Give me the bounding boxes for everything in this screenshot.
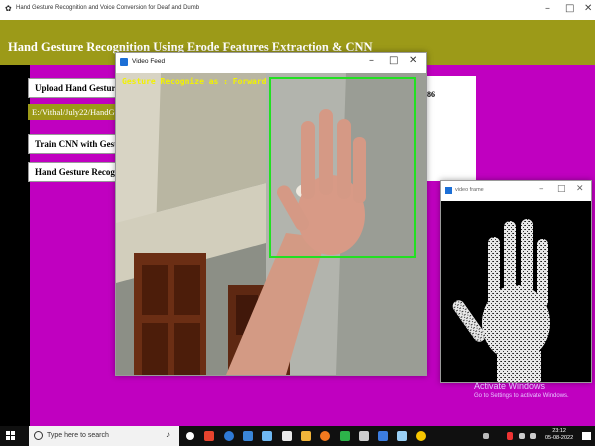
store-icon[interactable] (282, 431, 292, 441)
clock-date: 05-08-2022 (545, 435, 574, 441)
watermark-line-2: Go to Settings to activate Windows. (474, 393, 569, 399)
eroded-hand-image (441, 201, 591, 382)
app-icon-7[interactable] (397, 431, 407, 441)
video-frame-close-button[interactable]: ✕ (576, 184, 584, 194)
app-icon-6[interactable] (378, 431, 388, 441)
app-icon-3[interactable] (301, 431, 311, 441)
activation-watermark: Activate Windows Go to Settings to activ… (474, 381, 569, 399)
opera-icon[interactable] (204, 431, 214, 441)
video-frame-maximize-button[interactable]: □ (557, 184, 566, 194)
firefox-icon[interactable] (320, 431, 330, 441)
notification-icon[interactable] (582, 432, 591, 440)
side-strip (0, 65, 30, 426)
edge-icon[interactable] (224, 431, 234, 441)
app-icon-5[interactable] (359, 431, 369, 441)
app-feather-icon: ✿ (5, 4, 12, 13)
search-placeholder: Type here to search (47, 432, 109, 439)
video-frame-titlebar[interactable]: video frame – □ ✕ (441, 181, 591, 201)
python-icon[interactable] (416, 431, 426, 441)
dataset-path-label: E:/Vithal/July22/HandGesture/Dataset (28, 104, 120, 120)
app-icon-2[interactable] (262, 431, 272, 441)
train-cnn-button[interactable]: Train CNN with Gesture Images (28, 134, 126, 154)
video-feed-minimize-button[interactable]: – (369, 55, 374, 66)
watermark-line-1: Activate Windows (474, 381, 546, 391)
taskbar-search-box[interactable]: Type here to search ♪ (29, 426, 179, 446)
taskbar-clock[interactable]: 23:12 05-08-2022 (545, 428, 573, 442)
task-view-icon[interactable] (186, 432, 194, 440)
video-frame-window-icon (445, 187, 452, 194)
video-feed-titlebar[interactable]: Video Feed – □ ✕ (116, 53, 426, 73)
volume-icon[interactable] (530, 433, 536, 439)
app-titlebar: ✿ Hand Gesture Recognition and Voice Con… (0, 0, 595, 20)
app-minimize-button[interactable]: – (545, 3, 550, 14)
app-icon-4[interactable] (340, 431, 350, 441)
webcam-recognition-button[interactable]: Hand Gesture Recognition from Webcam (28, 162, 126, 182)
app-close-button[interactable]: ✕ (584, 3, 592, 14)
video-feed-window[interactable]: Video Feed – □ ✕ Gesture Recognize as: … (115, 52, 427, 376)
video-feed-close-button[interactable]: ✕ (409, 55, 417, 66)
video-feed-window-icon (120, 58, 128, 66)
video-frame-window[interactable]: video frame – □ ✕ (440, 180, 592, 383)
app-maximize-button[interactable]: □ (565, 3, 574, 14)
eroded-hand-scene (441, 201, 591, 382)
cortana-icon (34, 431, 43, 440)
microphone-icon[interactable]: ♪ (166, 430, 170, 439)
video-frame-minimize-button[interactable]: – (539, 184, 544, 194)
gesture-detection-box (269, 77, 416, 258)
taskbar: Type here to search ♪ 23:12 05-08-2022 (0, 426, 595, 446)
gesture-overlay-text: Gesture Recognize as : Forward (122, 77, 267, 86)
people-icon[interactable] (483, 433, 489, 439)
video-frame-title: video frame (455, 187, 484, 193)
start-button[interactable] (6, 431, 16, 441)
clock-time: 23:12 (552, 428, 566, 434)
tray-app-icon[interactable] (507, 432, 513, 440)
app-window-title: Hand Gesture Recognition and Voice Conve… (16, 5, 200, 11)
video-feed-title: Video Feed (132, 58, 166, 65)
network-icon[interactable] (519, 433, 525, 439)
upload-dataset-button[interactable]: Upload Hand Gesture Dataset (28, 78, 126, 98)
app-icon-1[interactable] (243, 431, 253, 441)
video-feed-maximize-button[interactable]: □ (389, 55, 398, 66)
